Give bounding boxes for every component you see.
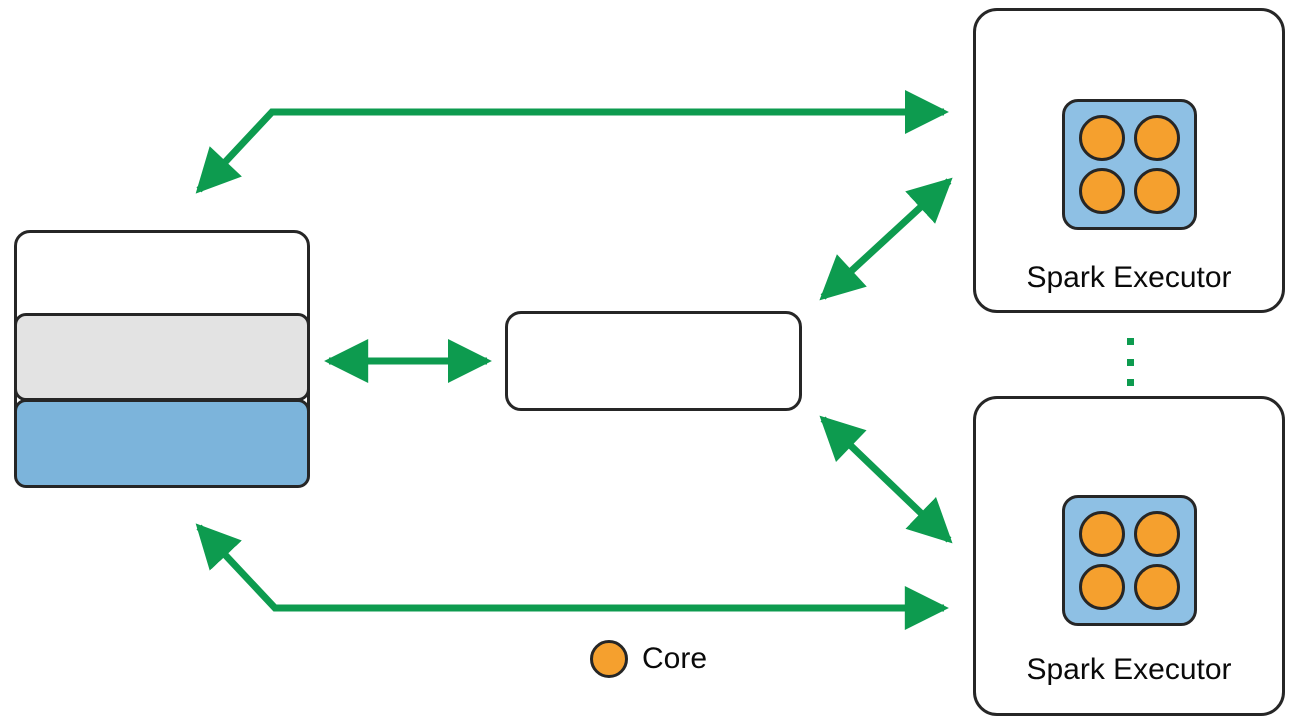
arrow-cluster-manager-to-top-executor [819, 177, 953, 301]
diagram-canvas: Spark Application Spark Driver SparkSess… [0, 0, 1296, 724]
arrow-cluster-manager-to-bottom-executor [819, 415, 953, 544]
arrow-bottom-executor-to-application [195, 523, 949, 631]
arrow-application-to-top-executor [195, 89, 949, 194]
connection-arrows-layer [195, 89, 953, 631]
